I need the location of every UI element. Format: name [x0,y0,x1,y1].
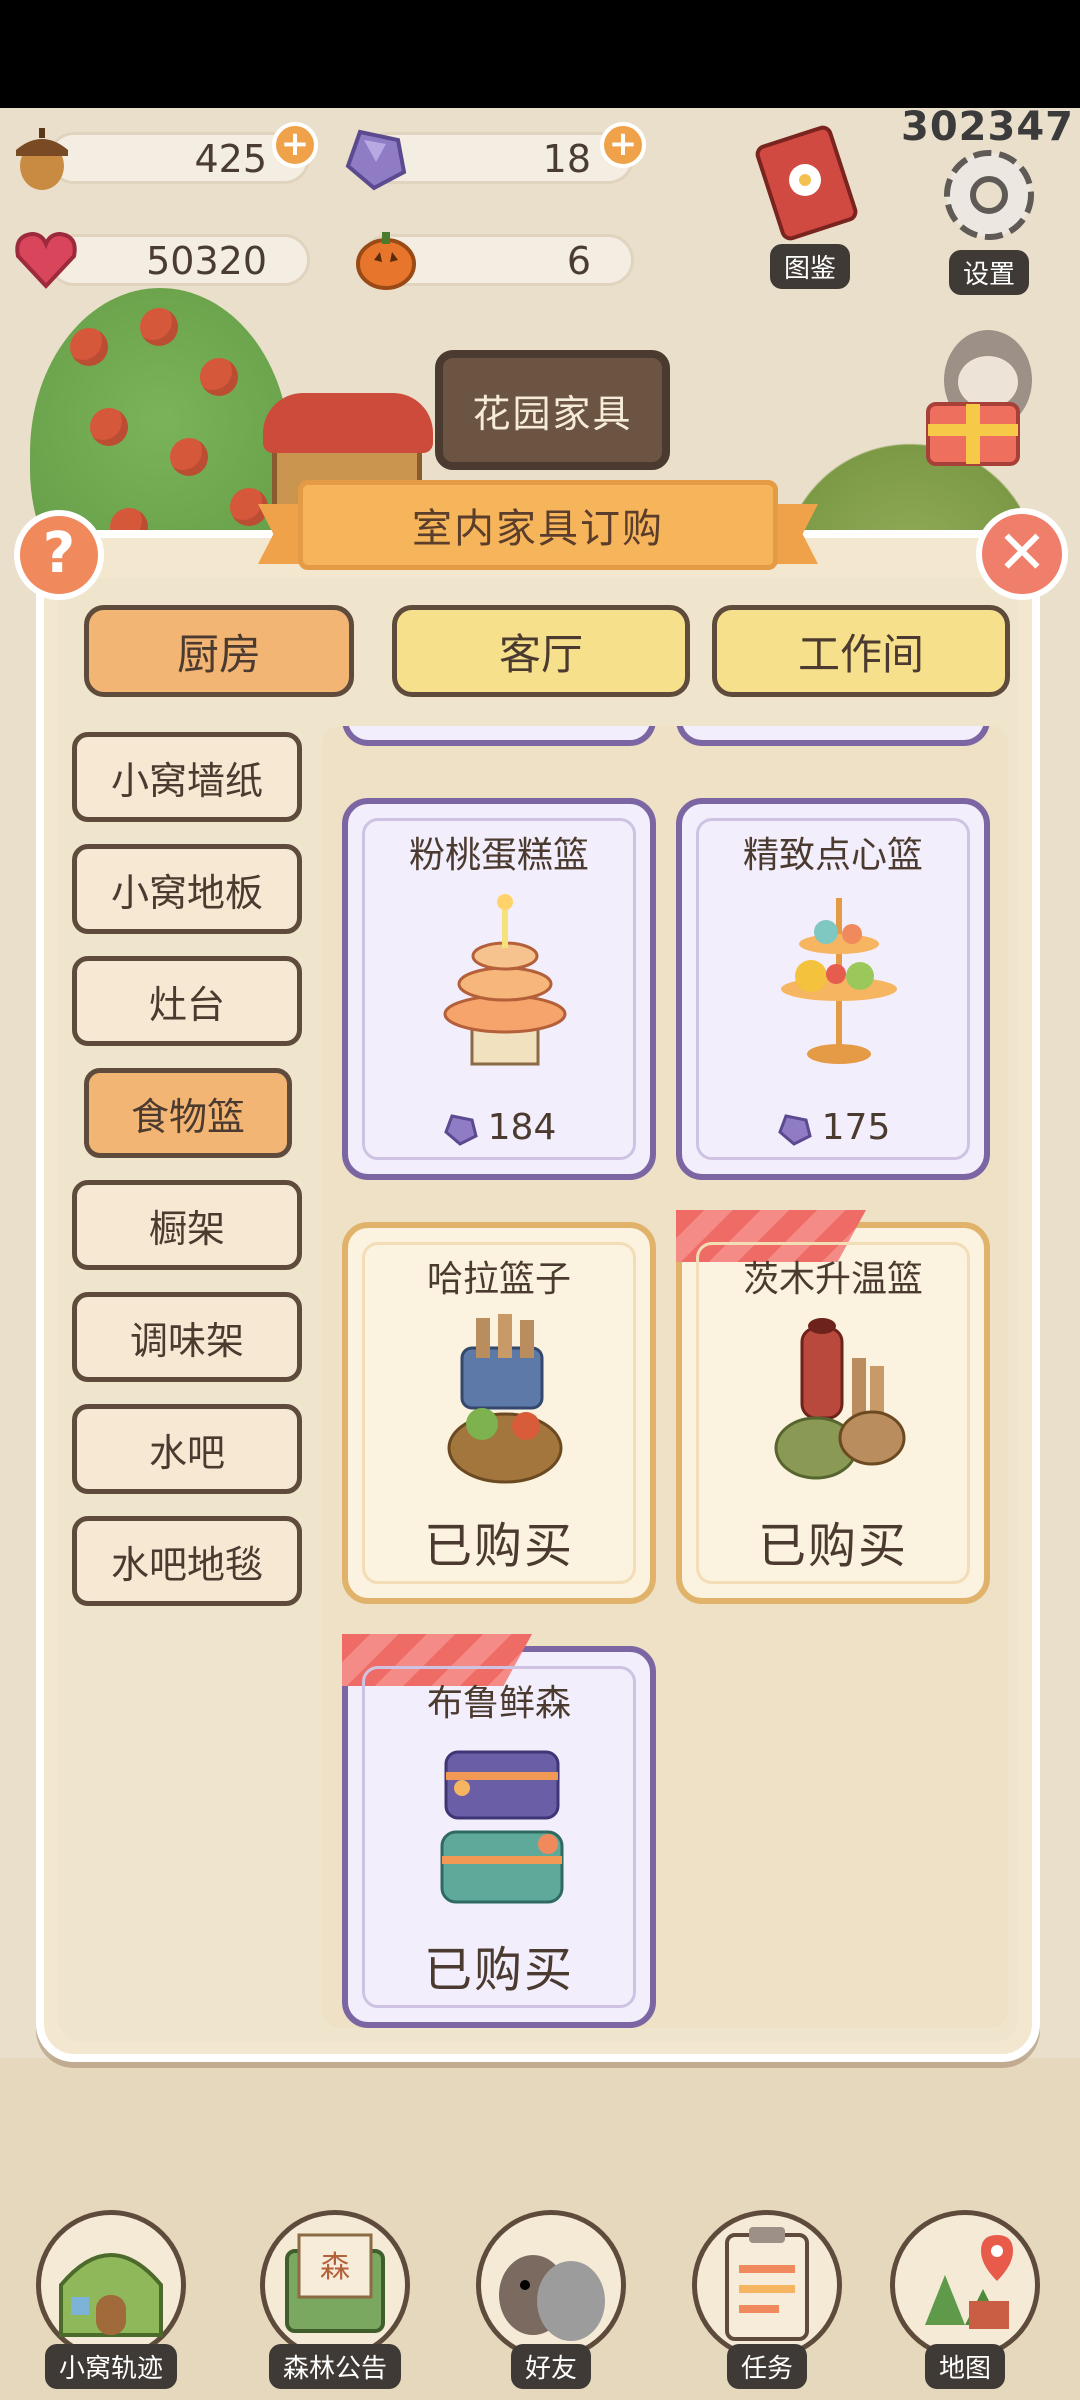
partial-card [676,726,990,746]
category-label: 小窝地板 [110,870,263,915]
item-price: 175 [682,1107,984,1148]
category-stove[interactable]: 灶台 [72,956,302,1046]
nav-home-track[interactable]: 小窝轨迹 [26,2210,196,2390]
category-food-basket[interactable]: 食物篮 [84,1068,292,1158]
atlas-book-icon [755,124,865,244]
nav-label: 任务 [726,2344,807,2389]
item-name: 茨木升温篮 [742,1259,923,1300]
tab-workshop-label: 工作间 [797,629,924,679]
acorn-counter: 425 [48,132,310,184]
category-label: 橱架 [148,1206,225,1251]
item-grid[interactable]: 粉桃蛋糕篮 184 精致点心篮 175 哈拉篮子 已购买 茨木升温篮 已购买 布… [322,726,1008,2028]
gem-icon [776,1110,814,1148]
cake-basket-image [422,884,588,1074]
acorn-value: 425 [194,137,267,181]
category-water-bar-rug[interactable]: 水吧地毯 [72,1516,302,1606]
purchased-label: 已购买 [757,1518,908,1574]
notice-envelope-icon: 森 [260,2210,410,2360]
purchased-label: 已购买 [423,1942,574,1998]
bruce-basket-image [422,1732,588,1922]
heart-gem-icon [10,222,82,294]
purchased-label: 已购买 [423,1518,574,1574]
gear-icon [929,140,1049,250]
nav-tasks[interactable]: 任务 [682,2210,852,2390]
gem-value: 18 [542,137,591,181]
item-name: 哈拉篮子 [426,1259,571,1300]
settings-button[interactable]: 设置 [914,140,1064,295]
acorn-icon [6,122,78,194]
gift-sloth-icon[interactable] [918,320,1048,470]
tab-kitchen[interactable]: 厨房 [84,605,354,697]
house-icon [36,2210,186,2360]
add-gems-button[interactable]: + [600,122,646,168]
item-price-value: 184 [487,1107,557,1148]
pastry-basket-image [756,884,922,1074]
item-card[interactable]: 茨木升温篮 已购买 [676,1210,990,1604]
item-name: 布鲁鲜森 [426,1683,571,1724]
close-icon: ✕ [996,518,1048,588]
clipboard-icon [692,2210,842,2360]
item-card[interactable]: 精致点心篮 175 [676,798,990,1180]
tab-kitchen-label: 厨房 [176,629,261,679]
friends-icon [476,2210,626,2360]
category-wallpaper[interactable]: 小窝墙纸 [72,732,302,822]
heart-counter: 50320 [48,234,310,286]
category-label: 小窝墙纸 [110,758,263,803]
nav-label: 小窝轨迹 [44,2344,177,2389]
gem-icon [442,1110,480,1148]
partial-card [342,726,656,746]
nav-label: 地图 [924,2344,1005,2389]
pumpkin-icon [350,222,422,294]
item-price: 184 [348,1107,650,1148]
heart-value: 50320 [146,239,267,283]
tab-workshop[interactable]: 工作间 [712,605,1010,697]
panel-title: 室内家具订购 [412,506,664,552]
item-name: 粉桃蛋糕篮 [408,835,589,876]
svg-text:森: 森 [320,2250,350,2285]
category-floor[interactable]: 小窝地板 [72,844,302,934]
nav-friends[interactable]: 好友 [466,2210,636,2390]
settings-label: 设置 [948,250,1029,295]
nav-label: 森林公告 [268,2344,401,2389]
nav-label: 好友 [510,2344,591,2389]
item-card[interactable]: 粉桃蛋糕篮 184 [342,798,656,1180]
nav-forest-notice[interactable]: 森 森林公告 [250,2210,420,2390]
tab-living-room-label: 客厅 [498,629,583,679]
pumpkin-value: 6 [566,239,591,283]
close-button[interactable]: ✕ [976,508,1068,600]
garden-furniture-sign[interactable]: 花园家具 [435,350,670,470]
atlas-button[interactable]: 图鉴 [740,124,880,289]
item-card[interactable]: 布鲁鲜森 已购买 [342,1634,656,2028]
category-label: 调味架 [129,1318,244,1363]
question-icon: ? [42,521,76,586]
category-water-bar[interactable]: 水吧 [72,1404,302,1494]
atlas-label: 图鉴 [769,244,850,289]
sign-label: 花园家具 [472,391,633,436]
item-price-value: 175 [821,1107,891,1148]
category-spice-rack[interactable]: 调味架 [72,1292,302,1382]
map-icon [890,2210,1040,2360]
category-label: 灶台 [148,982,225,1027]
warming-basket-image [756,1308,922,1498]
nav-map[interactable]: 地图 [880,2210,1050,2390]
status-bar [0,0,1080,108]
tab-living-room[interactable]: 客厅 [392,605,690,697]
gem-icon [340,122,412,194]
hala-basket-image [422,1308,588,1498]
category-cupboard[interactable]: 橱架 [72,1180,302,1270]
category-label: 水吧地毯 [110,1542,263,1587]
category-label: 食物篮 [130,1094,245,1139]
item-name: 精致点心篮 [742,835,923,876]
add-acorns-button[interactable]: + [272,122,318,168]
help-button[interactable]: ? [14,510,104,600]
category-label: 水吧 [148,1430,225,1475]
panel-title-ribbon: 室内家具订购 [258,480,818,570]
item-card[interactable]: 哈拉篮子 已购买 [342,1222,656,1604]
